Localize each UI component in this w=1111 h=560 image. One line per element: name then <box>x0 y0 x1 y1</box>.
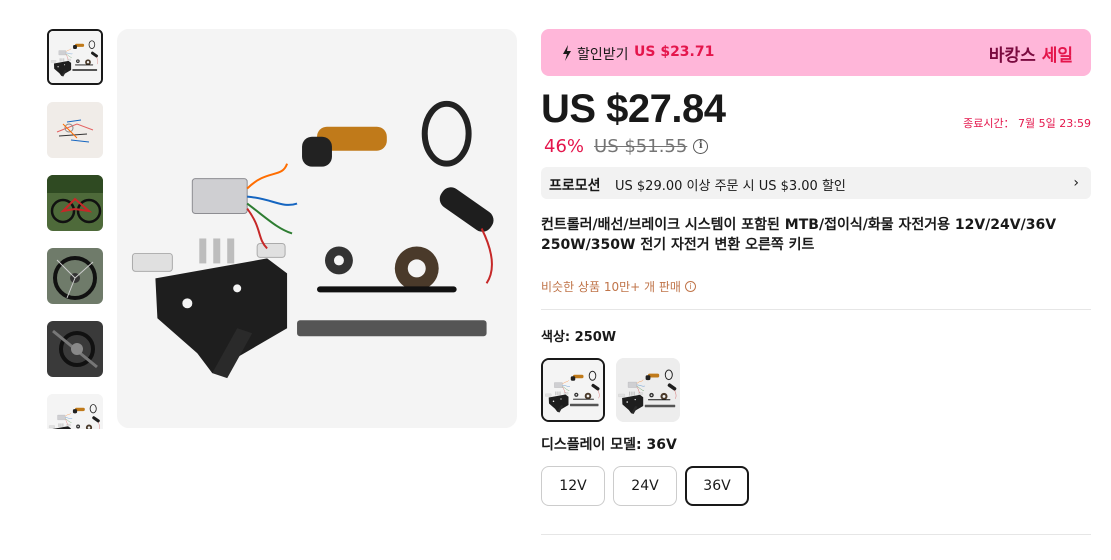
thumbnail-kit-parts-alt[interactable] <box>47 394 103 429</box>
thumbnail-bike-side[interactable] <box>47 102 103 158</box>
current-price: US $27.84 <box>541 87 726 131</box>
bike-mountain-image <box>47 175 103 231</box>
bike-side-image <box>47 102 103 158</box>
bike-closeup-image <box>47 321 103 377</box>
thumbnail-strip <box>47 29 103 429</box>
sale-tag-text: 바캉스 <box>988 46 1036 66</box>
discount-percent: 46% <box>544 135 585 157</box>
color-swatch-350w[interactable] <box>616 358 680 422</box>
display-model-label: 디스플레이 모델: 36V <box>541 437 677 453</box>
original-price: US $51.55 <box>594 135 688 157</box>
thumbnail-bike-closeup[interactable] <box>47 321 103 377</box>
kit-parts-alt-image <box>47 394 103 429</box>
swatch-250w-image <box>543 360 603 420</box>
thumbnail-bike-wheel[interactable] <box>47 248 103 304</box>
option-24v[interactable]: 24V <box>613 466 677 506</box>
color-label: 색상: 250W <box>541 330 617 345</box>
promotion-title: 프로모션 <box>549 178 601 194</box>
thumbnail-bike-mountain[interactable] <box>47 175 103 231</box>
promotion-bar[interactable]: 프로모션 US $29.00 이상 주문 시 US $3.00 할인 › <box>541 167 1091 199</box>
sale-banner[interactable]: 할인받기 US $23.71 바캉스 세일 <box>541 29 1091 76</box>
kit-parts-image <box>49 31 101 83</box>
sold-count-text: 비슷한 상품 10만+ 개 판매 <box>541 280 681 294</box>
sale-tag: 바캉스 세일 <box>989 41 1073 66</box>
chevron-right-icon: › <box>1073 175 1079 191</box>
product-title: 컨트롤러/배선/브레이크 시스템이 포함된 MTB/접이식/화물 자전거용 12… <box>541 217 1057 253</box>
option-36v[interactable]: 36V <box>685 466 749 506</box>
sale-end-time: 종료시간： 7월 5일 23:59 <box>963 117 1091 130</box>
coupon-label: 할인받기 <box>577 47 629 63</box>
promotion-text: US $29.00 이상 주문 시 US $3.00 할인 <box>615 179 846 194</box>
product-photo <box>117 29 517 428</box>
swatch-350w-image <box>616 358 680 422</box>
color-swatch-250w[interactable] <box>541 358 605 422</box>
divider <box>541 309 1091 310</box>
divider-bottom <box>541 534 1091 535</box>
thumbnail-kit-parts[interactable] <box>47 29 103 85</box>
discount-row: 46% US $51.55 i <box>544 135 709 157</box>
main-product-image[interactable] <box>117 29 517 428</box>
bolt-icon <box>563 45 571 61</box>
sold-info-icon[interactable]: i <box>684 281 696 292</box>
sold-count: 비슷한 상품 10만+ 개 판매 i <box>541 278 696 295</box>
option-12v[interactable]: 12V <box>541 466 605 506</box>
coupon-amount: US $23.71 <box>634 44 715 60</box>
info-icon[interactable]: i <box>693 138 709 154</box>
sale-tag-accent: 세일 <box>1041 46 1073 66</box>
bike-wheel-image <box>47 248 103 304</box>
